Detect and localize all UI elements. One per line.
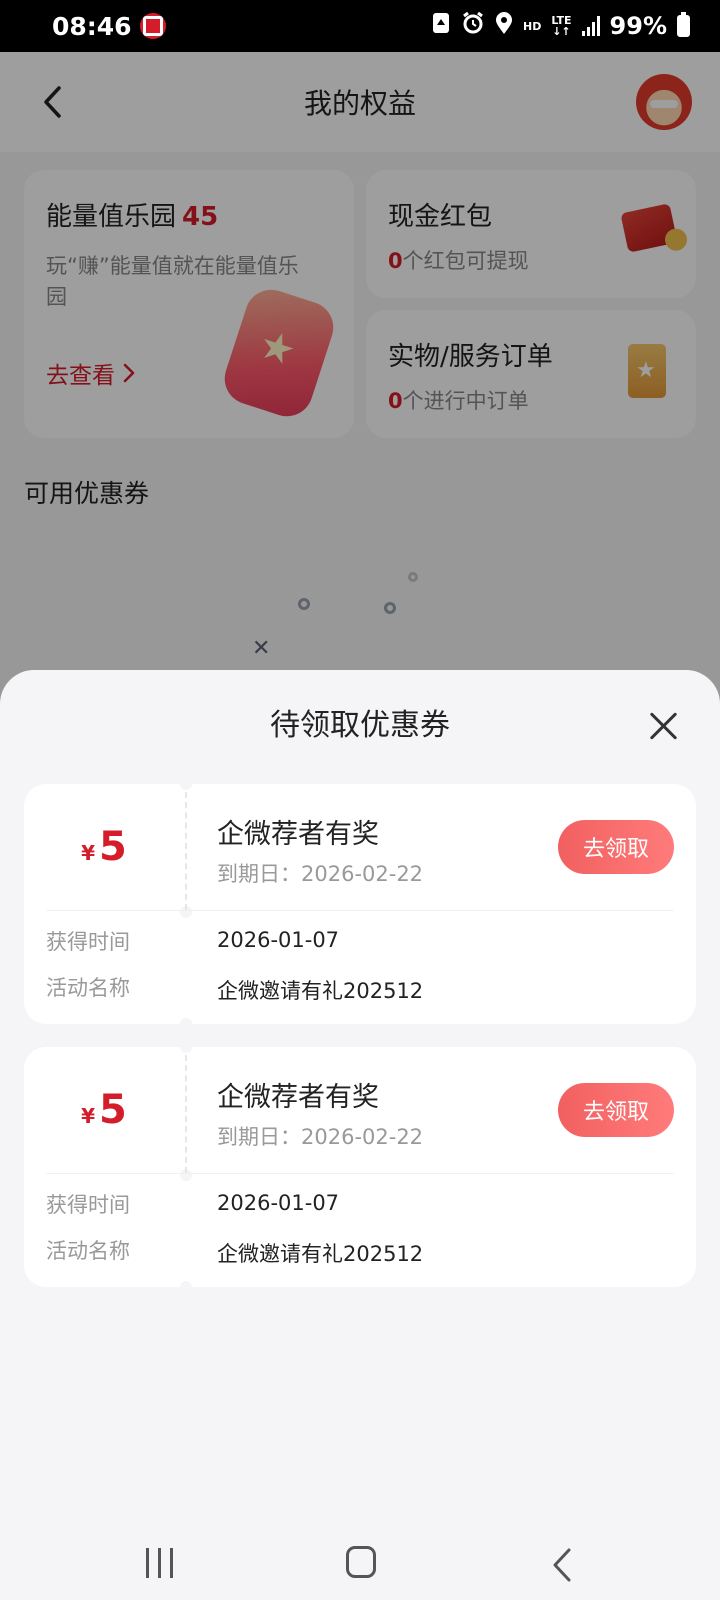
claim-button[interactable]: 去领取 [558, 1083, 674, 1137]
location-icon [495, 11, 513, 41]
claim-button[interactable]: 去领取 [558, 820, 674, 874]
obtained-time-label: 获得时间 [46, 1193, 130, 1217]
system-back-button[interactable] [552, 1548, 572, 1586]
coupon-divider [46, 1173, 674, 1174]
recycle-notification-icon [431, 11, 451, 41]
obtained-time-label: 获得时间 [46, 930, 130, 954]
status-icons: HD LTE ↓↑ 99% [431, 11, 690, 41]
recents-bar [170, 1548, 173, 1578]
coupon-name: 企微荐者有奖 [217, 1082, 379, 1113]
coupon-notch [180, 1018, 192, 1030]
coupon-card: ¥5 企微荐者有奖 到期日：2026-02-22 去领取 获得时间 2026-0… [24, 778, 696, 1030]
activity-name-value: 企微邀请有礼202512 [217, 1242, 424, 1266]
coupon-expiry: 到期日：2026-02-22 [217, 862, 424, 886]
currency-symbol: ¥ [81, 841, 96, 865]
alarm-icon [461, 11, 485, 41]
battery-icon [677, 12, 690, 37]
currency-symbol: ¥ [81, 1104, 96, 1128]
coupon-notch [180, 1281, 192, 1293]
activity-name-value: 企微邀请有礼202512 [217, 979, 424, 1003]
coupon-name: 企微荐者有奖 [217, 819, 379, 850]
coupon-divider [185, 792, 187, 910]
carrier-logo-icon [139, 13, 166, 39]
status-time: 08:46 [52, 11, 132, 41]
coupon-notch [180, 778, 192, 790]
home-button[interactable] [346, 1546, 376, 1578]
battery-percent: 99% [609, 12, 667, 40]
obtained-time-value: 2026-01-07 [217, 928, 340, 952]
activity-name-label: 活动名称 [46, 1239, 130, 1263]
close-icon[interactable] [646, 708, 682, 744]
hd-indicator: HD [522, 19, 542, 33]
amount-value: 5 [99, 1087, 127, 1133]
coupon-amount: ¥5 [24, 824, 184, 870]
pending-coupons-sheet: 待领取优惠券 ¥5 企微荐者有奖 到期日：2026-02-22 去领取 获得时间… [0, 670, 720, 1518]
system-nav-bar [0, 1518, 720, 1600]
coupon-card: ¥5 企微荐者有奖 到期日：2026-02-22 去领取 获得时间 2026-0… [24, 1041, 696, 1293]
coupon-divider [46, 910, 674, 911]
signal-icon [581, 16, 600, 36]
coupon-notch [180, 1041, 192, 1053]
amount-value: 5 [99, 824, 127, 870]
recents-bar [146, 1548, 149, 1578]
recents-bar [158, 1548, 161, 1578]
obtained-time-value: 2026-01-07 [217, 1191, 340, 1215]
coupon-expiry: 到期日：2026-02-22 [217, 1125, 424, 1149]
sheet-title: 待领取优惠券 [270, 708, 450, 743]
activity-name-label: 活动名称 [46, 976, 130, 1000]
coupon-divider [185, 1055, 187, 1173]
status-bar: 08:46 HD LTE ↓↑ 99% [0, 0, 720, 52]
back-arrow-icon [553, 1548, 571, 1582]
data-arrows-icon: ↓↑ [552, 25, 571, 38]
lte-indicator: LTE ↓↑ [551, 15, 571, 37]
recents-button[interactable] [146, 1548, 173, 1578]
coupon-amount: ¥5 [24, 1087, 184, 1133]
